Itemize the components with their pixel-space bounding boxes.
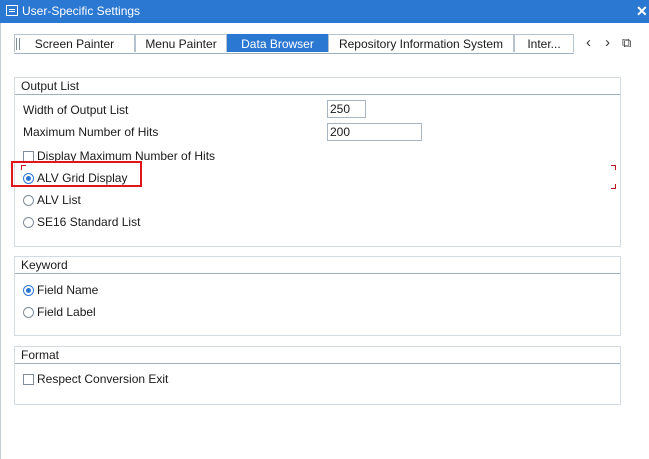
settings-window-icon — [6, 5, 18, 16]
tab-label: Repository Information System — [338, 37, 504, 51]
se16-standard-list-label: SE16 Standard List — [37, 215, 141, 229]
alv-list-radio[interactable] — [23, 195, 34, 206]
field-label-label: Field Label — [37, 305, 96, 319]
output-list-header: Output List — [15, 78, 620, 95]
keyword-group: Keyword Field Name Field Label — [14, 256, 621, 336]
max-hits-row: Maximum Number of Hits — [23, 124, 158, 141]
tab-label: Screen Painter — [34, 37, 115, 51]
width-of-output-list-input[interactable]: 250 — [327, 100, 366, 118]
respect-conversion-exit-option[interactable]: Respect Conversion Exit — [23, 371, 168, 387]
tab-label: Menu Painter — [145, 37, 217, 51]
format-header: Format — [15, 347, 620, 364]
format-group: Format Respect Conversion Exit — [14, 346, 621, 405]
window-left-edge — [0, 23, 1, 459]
se16-standard-list-radio[interactable] — [23, 217, 34, 228]
tab-label: Data Browser — [241, 37, 314, 51]
field-label-radio[interactable] — [23, 307, 34, 318]
width-of-output-list-label: Width of Output List — [23, 103, 129, 117]
width-of-output-list-row: Width of Output List — [23, 102, 128, 119]
tab-prev-icon[interactable]: ‹ — [586, 34, 591, 51]
max-hits-label: Maximum Number of Hits — [23, 125, 159, 139]
field-label-option[interactable]: Field Label — [23, 304, 96, 320]
field-name-radio[interactable] — [23, 285, 34, 296]
close-icon[interactable]: ✕ — [636, 3, 648, 20]
tab-strip: Screen Painter Menu Painter Data Browser… — [14, 34, 574, 54]
window-title: User-Specific Settings — [22, 4, 141, 18]
se16-standard-list-option[interactable]: SE16 Standard List — [23, 214, 140, 230]
field-name-label: Field Name — [37, 283, 99, 297]
focus-corner-mark — [611, 184, 616, 189]
respect-conversion-exit-checkbox[interactable] — [23, 374, 34, 385]
title-bar: User-Specific Settings ✕ — [0, 0, 649, 23]
tab-next-icon[interactable]: › — [605, 34, 610, 51]
tab-label: Inter... — [527, 37, 561, 51]
tab-data-browser[interactable]: Data Browser — [227, 34, 328, 52]
focus-corner-mark — [611, 165, 616, 170]
alv-list-label: ALV List — [37, 193, 81, 207]
alv-list-option[interactable]: ALV List — [23, 192, 81, 208]
tab-screen-painter[interactable]: Screen Painter — [14, 34, 135, 52]
field-name-option[interactable]: Field Name — [23, 282, 98, 298]
selection-highlight-box — [11, 161, 142, 187]
tab-repository-information-system[interactable]: Repository Information System — [328, 34, 514, 52]
tab-grip-icon — [16, 38, 20, 50]
keyword-header: Keyword — [15, 257, 620, 274]
tab-menu-painter[interactable]: Menu Painter — [135, 34, 227, 52]
tab-list-icon[interactable]: ⧉ — [622, 35, 631, 51]
max-hits-input[interactable]: 200 — [327, 123, 422, 141]
respect-conversion-exit-label: Respect Conversion Exit — [37, 372, 169, 386]
tab-inter[interactable]: Inter... — [514, 34, 574, 52]
